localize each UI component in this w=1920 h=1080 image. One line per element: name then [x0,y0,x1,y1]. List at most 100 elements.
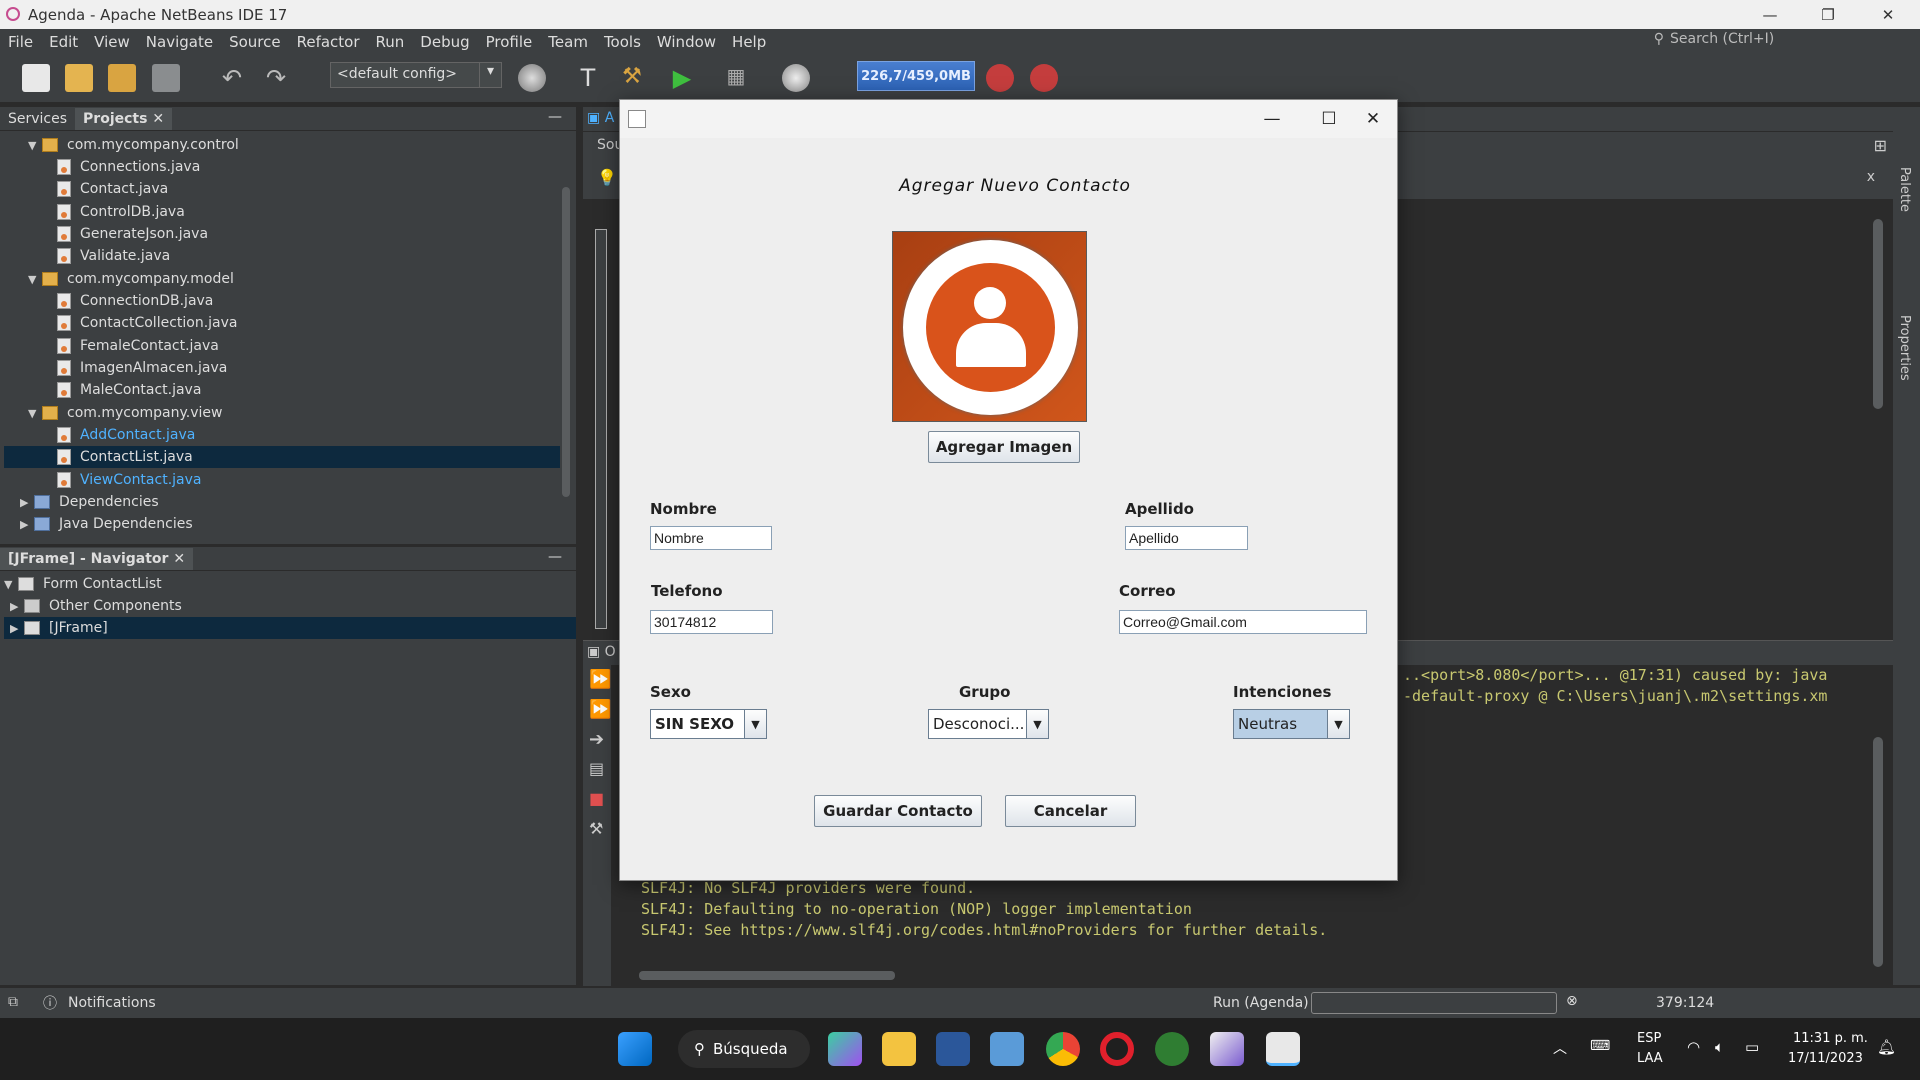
menu-refactor[interactable]: Refactor [289,33,368,51]
nav-other-components[interactable]: ▶ Other Components [10,595,182,617]
tab-projects[interactable]: Projects ✕ [75,108,173,130]
expand-icon[interactable]: ⧉ [8,994,18,1010]
start-icon[interactable] [618,1032,652,1066]
menu-file[interactable]: File [0,33,41,51]
open-project-icon[interactable] [108,64,136,92]
new-file-icon[interactable] [22,64,50,92]
build-icon[interactable]: T [574,64,602,92]
output-vscrollbar[interactable] [1873,737,1883,967]
undo-icon[interactable]: ↶ [218,64,246,92]
tab-navigator[interactable]: [JFrame] - Navigator ✕ [0,548,194,570]
clean-build-icon[interactable]: ⚒ [618,64,646,92]
nav-jframe[interactable]: ▶ [JFrame] [4,617,576,639]
java-app-icon[interactable] [1266,1032,1300,1066]
netbeans-cube-icon[interactable] [1210,1032,1244,1066]
notifications-icon[interactable]: ⓘ [43,993,57,1013]
globe-icon[interactable] [518,64,546,92]
taskbar-search[interactable]: ⚲ Búsqueda [678,1030,810,1068]
lightbulb-icon[interactable]: 💡 [597,168,617,187]
stop-icon[interactable]: ■ [589,789,604,808]
file-malecontact[interactable]: MaleContact.java [57,379,201,401]
file-explorer-icon[interactable] [882,1032,916,1066]
file-contact[interactable]: Contact.java [57,178,168,200]
redo-icon[interactable]: ↷ [262,64,290,92]
editor-scrollbar[interactable] [1873,219,1883,409]
tools-icon[interactable]: ⚒ [589,819,603,838]
file-imagenalmacen[interactable]: ImagenAlmacen.java [57,357,227,379]
package-view[interactable]: ▼ com.mycompany.view [28,402,223,424]
palette-tab[interactable]: Palette [1897,167,1912,212]
properties-tab[interactable]: Properties [1897,315,1912,381]
clock-date[interactable]: 17/11/2023 [1788,1051,1863,1066]
save-all-icon[interactable] [152,64,180,92]
nav-form-contactlist[interactable]: ▼ Form ContactList [4,573,162,595]
editor-tab[interactable]: ▣ A [587,110,614,126]
file-viewcontact[interactable]: ViewContact.java [57,469,201,491]
menu-window[interactable]: Window [649,33,724,51]
nombre-field[interactable]: Nombre [650,526,772,550]
package-control[interactable]: ▼ com.mycompany.control [28,134,239,156]
minimize-panel-icon[interactable]: — [548,549,562,565]
dialog-minimize-button[interactable]: — [1249,100,1295,138]
package-model[interactable]: ▼ com.mycompany.model [28,268,234,290]
notification-center-icon[interactable]: 🔔︎ [1877,1038,1896,1056]
gc2-icon[interactable] [1030,64,1058,92]
cancel-run-icon[interactable]: ⊗ [1566,993,1578,1009]
sexo-select[interactable]: SIN SEXO ▼ [650,709,767,739]
keyboard-icon[interactable]: ⌨ [1590,1038,1610,1054]
clock-time[interactable]: 11:31 p. m. [1793,1031,1868,1046]
intenciones-select[interactable]: Neutras ▼ [1233,709,1350,739]
battery-icon[interactable]: ▭ [1745,1038,1759,1056]
menu-tools[interactable]: Tools [596,33,649,51]
output-hscrollbar[interactable] [639,971,895,980]
minimize-button[interactable]: — [1747,0,1793,29]
config-select[interactable]: <default config> ▾ [330,62,502,88]
menu-run[interactable]: Run [368,33,413,51]
ide-search[interactable]: ⚲ Search (Ctrl+I) [1654,31,1900,47]
file-validate[interactable]: Validate.java [57,245,170,267]
menu-profile[interactable]: Profile [478,33,541,51]
word-icon[interactable] [936,1032,970,1066]
tab-services[interactable]: Services [0,108,75,130]
opera-icon[interactable] [1100,1032,1134,1066]
file-connections[interactable]: Connections.java [57,156,200,178]
add-image-button[interactable]: Agregar Imagen [928,431,1080,463]
file-femalecontact[interactable]: FemaleContact.java [57,335,219,357]
file-contactlist[interactable]: ContactList.java [4,446,560,468]
step-icon[interactable]: ➔ [589,729,604,750]
search-input[interactable]: Search (Ctrl+I) [1670,31,1900,47]
control-panel-icon[interactable] [990,1032,1024,1066]
hs-app-icon[interactable] [1155,1032,1189,1066]
lang-code[interactable]: ESP [1637,1031,1661,1046]
close-button[interactable]: ✕ [1865,0,1911,29]
file-controldb[interactable]: ControlDB.java [57,201,185,223]
node-dependencies[interactable]: ▶ Dependencies [20,491,159,513]
node-java-dependencies[interactable]: ▶ Java Dependencies [20,513,193,535]
menu-view[interactable]: View [86,33,138,51]
file-generatejson[interactable]: GenerateJson.java [57,223,208,245]
minimize-panel-icon[interactable]: — [548,109,562,125]
rerun-icon[interactable]: ⏩ [589,669,611,690]
menu-navigate[interactable]: Navigate [138,33,221,51]
rerun-params-icon[interactable]: ⏩ [589,699,611,720]
profile-icon[interactable] [782,64,810,92]
notifications-label[interactable]: Notifications [68,995,156,1011]
menu-debug[interactable]: Debug [412,33,477,51]
close-hint-button[interactable]: x [1867,169,1875,185]
file-connectiondb[interactable]: ConnectionDB.java [57,290,213,312]
volume-icon[interactable]: 🔈︎ [1715,1038,1724,1056]
output-settings-icon[interactable]: ▤ [589,759,604,778]
chrome-icon[interactable] [1046,1032,1080,1066]
apellido-field[interactable]: Apellido [1125,526,1248,550]
menu-team[interactable]: Team [540,33,596,51]
dialog-close-button[interactable]: ✕ [1350,100,1396,138]
dialog-maximize-button[interactable]: ☐ [1306,100,1352,138]
design-canvas[interactable] [595,229,607,629]
menu-edit[interactable]: Edit [41,33,86,51]
output-tab[interactable]: ▣ O [587,644,616,660]
menu-source[interactable]: Source [221,33,289,51]
memory-indicator[interactable]: 226,7/459,0MB [857,61,975,91]
run-icon[interactable]: ▶ [668,64,696,92]
palette-toggle-icon[interactable]: ⊞ [1874,136,1887,155]
telefono-field[interactable]: 30174812 [650,610,773,634]
